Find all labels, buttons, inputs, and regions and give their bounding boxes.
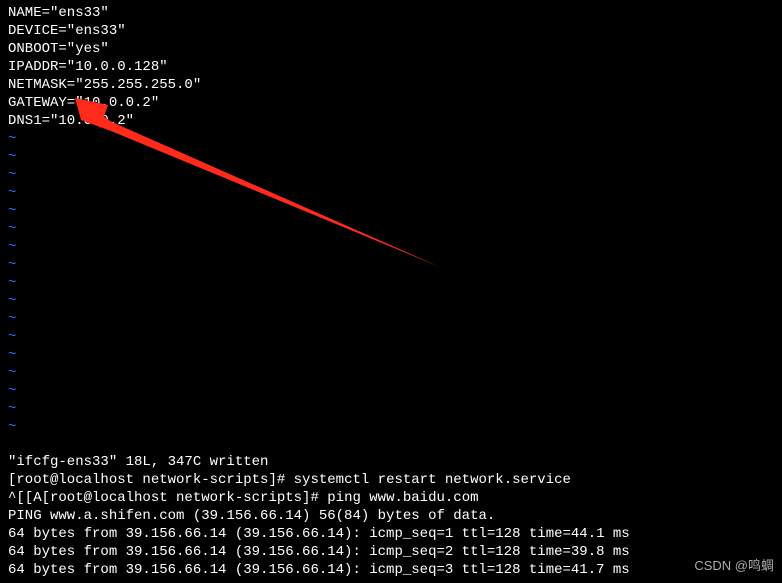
vim-tilde-line: ~ <box>0 382 782 400</box>
shell-line: ^[[A[root@localhost network-scripts]# pi… <box>0 489 782 507</box>
shell-output-block: "ifcfg-ens33" 18L, 347C written [root@lo… <box>0 453 782 579</box>
vim-tilde-line: ~ <box>0 130 782 148</box>
shell-line: [root@localhost network-scripts]# system… <box>0 471 782 489</box>
shell-command: systemctl restart network.service <box>294 472 571 488</box>
config-line: DEVICE="ens33" <box>0 22 782 40</box>
config-line: NAME="ens33" <box>0 4 782 22</box>
config-line: IPADDR="10.0.0.128" <box>0 58 782 76</box>
vim-tilde-line: ~ <box>0 166 782 184</box>
config-line: NETMASK="255.255.255.0" <box>0 76 782 94</box>
ping-output: 64 bytes from 39.156.66.14 (39.156.66.14… <box>0 561 782 579</box>
ping-output: PING www.a.shifen.com (39.156.66.14) 56(… <box>0 507 782 525</box>
vim-tilde-line: ~ <box>0 292 782 310</box>
config-line: ONBOOT="yes" <box>0 40 782 58</box>
watermark-text: CSDN @鸣蜩 <box>694 557 774 575</box>
vim-tilde-line: ~ <box>0 238 782 256</box>
shell-prompt: ^[[A[root@localhost network-scripts]# <box>8 490 327 506</box>
vim-tilde-line: ~ <box>0 328 782 346</box>
shell-prompt: [root@localhost network-scripts]# <box>8 472 294 488</box>
ping-output: 64 bytes from 39.156.66.14 (39.156.66.14… <box>0 525 782 543</box>
vim-tilde-line: ~ <box>0 346 782 364</box>
vim-tilde-line: ~ <box>0 220 782 238</box>
vim-tilde-line: ~ <box>0 400 782 418</box>
vim-tilde-line: ~ <box>0 256 782 274</box>
ping-output: 64 bytes from 39.156.66.14 (39.156.66.14… <box>0 543 782 561</box>
config-line: DNS1="10.0.0.2" <box>0 112 782 130</box>
vim-tilde-line: ~ <box>0 202 782 220</box>
vim-tilde-line: ~ <box>0 364 782 382</box>
vim-tilde-line: ~ <box>0 418 782 436</box>
file-content-block: NAME="ens33" DEVICE="ens33" ONBOOT="yes"… <box>0 4 782 436</box>
terminal-window[interactable]: NAME="ens33" DEVICE="ens33" ONBOOT="yes"… <box>0 0 782 583</box>
vim-tilde-line: ~ <box>0 274 782 292</box>
vim-tilde-line: ~ <box>0 184 782 202</box>
vim-empty-lines: ~~~~~~~~~~~~~~~~~ <box>0 130 782 436</box>
vim-status-line: "ifcfg-ens33" 18L, 347C written <box>0 453 782 471</box>
vim-tilde-line: ~ <box>0 148 782 166</box>
vim-tilde-line: ~ <box>0 310 782 328</box>
shell-command: ping www.baidu.com <box>327 490 478 506</box>
config-line: GATEWAY="10.0.0.2" <box>0 94 782 112</box>
